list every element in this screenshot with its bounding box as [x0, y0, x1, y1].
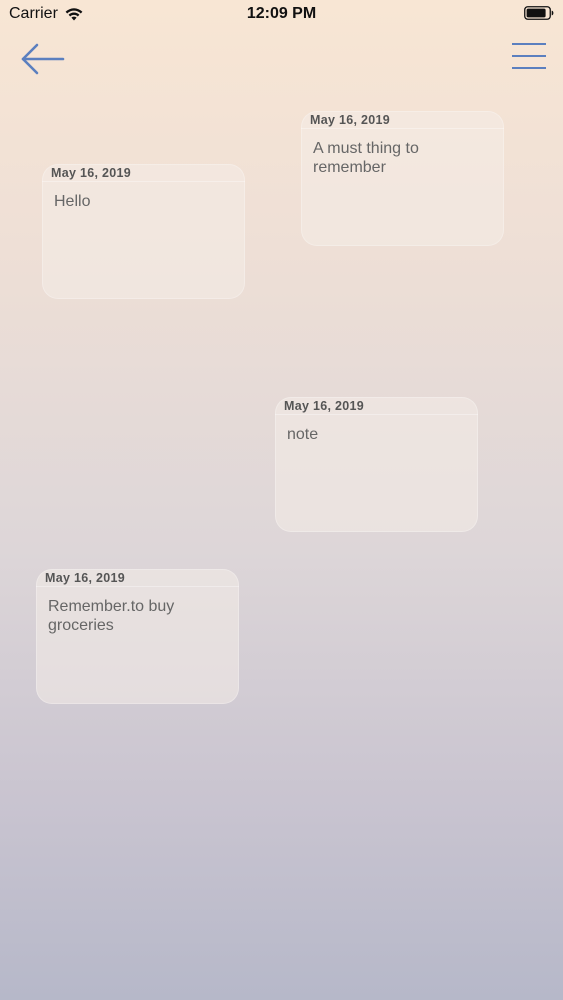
note-text: Remember.to buy groceries	[48, 598, 175, 634]
note-divider	[36, 586, 239, 587]
status-time: 12:09 PM	[246, 5, 317, 22]
note-date: May 16, 2019	[284, 399, 365, 413]
hamburger-menu-icon	[512, 43, 546, 69]
note-text: note	[287, 426, 319, 443]
note-text: Hello	[54, 193, 91, 210]
back-button[interactable]	[20, 42, 66, 76]
status-bar: Carrier 12:09 PM	[0, 0, 563, 30]
note-card[interactable]: May 16, 2019 Remember.to buy groceries	[36, 569, 239, 704]
note-date: May 16, 2019	[51, 166, 132, 180]
note-card[interactable]: May 16, 2019 A must thing to remember	[301, 111, 504, 246]
note-divider	[301, 128, 504, 129]
arrow-left-icon	[21, 43, 65, 75]
note-text: A must thing to remember	[313, 140, 419, 176]
note-divider	[275, 414, 478, 415]
note-divider	[42, 181, 245, 182]
note-date: May 16, 2019	[45, 571, 126, 585]
menu-button[interactable]	[511, 42, 547, 70]
note-card[interactable]: May 16, 2019 note	[275, 397, 478, 532]
battery-icon	[524, 6, 554, 20]
note-date: May 16, 2019	[310, 113, 391, 127]
note-card[interactable]: May 16, 2019 Hello	[42, 164, 245, 299]
